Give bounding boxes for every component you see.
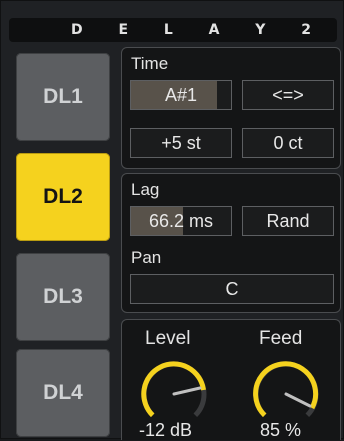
semitone-field[interactable]: +5 st [130,128,232,158]
title-letter: D [71,22,83,38]
lag-field[interactable]: 66.2 ms [130,206,232,236]
pan-value: C [225,278,239,299]
time-note-field[interactable]: A#1 [130,80,232,110]
dl4-button[interactable]: DL4 [16,349,110,437]
feed-knob[interactable] [248,358,324,422]
level-knob[interactable] [136,358,212,422]
rand-label: Rand [266,210,310,231]
dl3-button[interactable]: DL3 [16,253,110,341]
pan-field[interactable]: C [130,274,334,304]
title-letter: Y [255,22,266,38]
lag-pan-panel: Lag 66.2 ms Rand Pan C [121,173,341,313]
semitone-value: +5 st [161,132,201,153]
cents-value: 0 ct [273,132,303,153]
rand-button[interactable]: Rand [242,206,334,236]
time-label: Time [131,54,169,73]
delay-device: D E L A Y 2 DL1 DL2 DL3 DL4 Time A#1 <=>… [0,0,344,440]
dl2-button[interactable]: DL2 [16,153,110,241]
dl1-button[interactable]: DL1 [16,53,110,141]
device-title-bar: D E L A Y 2 [9,18,337,42]
feed-label: Feed [259,328,303,349]
lag-value: 66.2 ms [148,210,214,231]
pan-label: Pan [131,248,162,267]
title-letter: A [208,22,220,38]
title-letter: L [163,22,173,38]
time-panel: Time A#1 <=> +5 st 0 ct [121,47,341,169]
feed-value: 85 % [260,420,302,440]
title-letter: E [118,22,129,38]
title-letter: 2 [301,22,311,38]
lag-label: Lag [131,180,160,199]
level-label: Level [145,328,191,349]
swap-label: <=> [272,84,304,105]
level-value: -12 dB [139,420,193,440]
swap-button[interactable]: <=> [242,80,334,110]
time-note-value: A#1 [164,84,198,105]
cents-field[interactable]: 0 ct [242,128,334,158]
level-feed-panel: Level Feed -12 dB 85 % [121,319,341,440]
